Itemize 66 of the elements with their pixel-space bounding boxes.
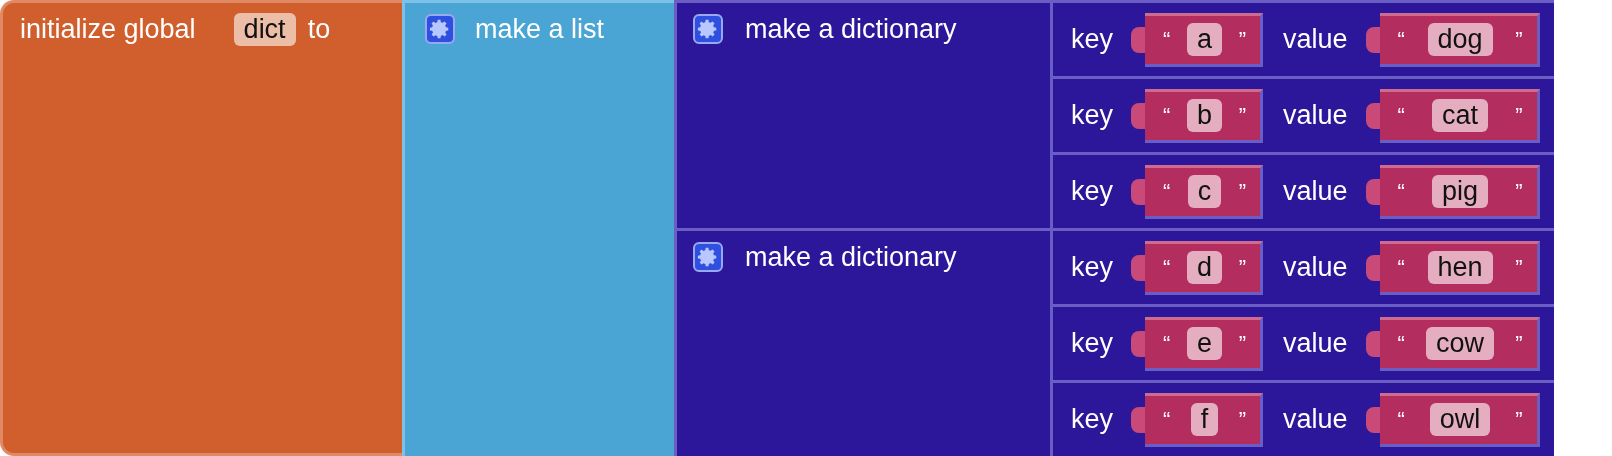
quote-mark: ” — [1515, 254, 1523, 281]
text-field[interactable]: b — [1187, 99, 1223, 132]
quote-mark: ” — [1238, 102, 1247, 129]
block-label: initialize global — [20, 13, 196, 45]
block-label: value — [1283, 328, 1348, 359]
text-field[interactable]: f — [1190, 403, 1219, 436]
block-label: make a dictionary — [745, 13, 957, 45]
quote-mark: ” — [1515, 178, 1523, 205]
gear-icon[interactable] — [425, 14, 455, 44]
block-label: value — [1283, 404, 1348, 435]
pair-block[interactable]: key “ a ” value “ dog ” — [1050, 0, 1554, 76]
gear-icon[interactable] — [693, 14, 723, 44]
block-label: to — [307, 13, 331, 45]
pair-block[interactable]: key “ d ” value “ hen ” — [1050, 228, 1554, 304]
quote-mark: ” — [1238, 406, 1246, 433]
block-label: value — [1283, 24, 1348, 55]
quote-mark: ” — [1515, 26, 1523, 53]
block-label: key — [1071, 176, 1114, 207]
block-label: key — [1071, 404, 1114, 435]
quote-mark: ” — [1515, 406, 1523, 433]
block-label: value — [1283, 252, 1348, 283]
dictionary-block[interactable]: make a dictionary — [674, 0, 1050, 228]
block-label: value — [1283, 176, 1348, 207]
quote-mark: “ — [1163, 178, 1171, 205]
quote-mark: ” — [1238, 178, 1247, 205]
text-field[interactable]: owl — [1429, 403, 1491, 436]
block-label: make a dictionary — [745, 241, 957, 273]
pair-block[interactable]: key “ c ” value “ pig ” — [1050, 152, 1554, 228]
pair-block[interactable]: key “ f ” value “ owl ” — [1050, 380, 1554, 456]
quote-mark: “ — [1397, 102, 1405, 129]
text-field[interactable]: a — [1187, 23, 1223, 56]
text-field[interactable]: d — [1187, 251, 1223, 284]
quote-mark: “ — [1163, 330, 1171, 357]
text-field[interactable]: c — [1187, 175, 1222, 208]
quote-mark: “ — [1397, 406, 1405, 433]
text-field[interactable]: pig — [1432, 175, 1489, 208]
block-label: make a list — [475, 13, 605, 45]
block-label: key — [1071, 24, 1114, 55]
block-label: key — [1071, 328, 1114, 359]
quote-mark: “ — [1397, 254, 1405, 281]
gear-icon[interactable] — [693, 242, 723, 272]
name-field[interactable]: dict — [233, 12, 296, 46]
text-field[interactable]: cow — [1426, 327, 1495, 360]
quote-mark: “ — [1397, 330, 1405, 357]
pair-block[interactable]: key “ e ” value “ cow ” — [1050, 304, 1554, 380]
block-label: value — [1283, 100, 1348, 131]
text-field[interactable]: cat — [1432, 99, 1489, 132]
quote-mark: “ — [1163, 254, 1171, 281]
text-field[interactable]: e — [1187, 327, 1223, 360]
quote-mark: ” — [1238, 330, 1247, 357]
dictionary-block[interactable]: make a dictionary — [674, 228, 1050, 456]
pair-block[interactable]: key “ b ” value “ cat ” — [1050, 76, 1554, 152]
quote-mark: ” — [1238, 254, 1247, 281]
quote-mark: ” — [1238, 26, 1247, 53]
block-label: key — [1071, 252, 1114, 283]
text-field[interactable]: hen — [1427, 251, 1493, 284]
block-label: key — [1071, 100, 1114, 131]
variable-block[interactable]: initialize global dict to — [0, 0, 402, 456]
quote-mark: ” — [1515, 102, 1523, 129]
quote-mark: “ — [1397, 26, 1405, 53]
quote-mark: ” — [1515, 330, 1523, 357]
quote-mark: “ — [1397, 178, 1405, 205]
quote-mark: “ — [1163, 406, 1171, 433]
text-field[interactable]: dog — [1427, 23, 1493, 56]
quote-mark: “ — [1163, 102, 1171, 129]
quote-mark: “ — [1163, 26, 1171, 53]
